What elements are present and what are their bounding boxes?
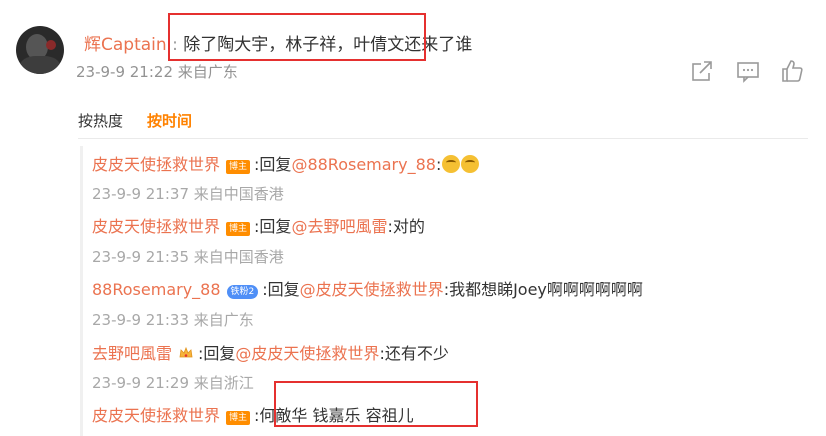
reply-mention[interactable]: @皮皮天使拯救世界	[235, 344, 379, 363]
reply-meta: 23-9-9 21:37 来自中国香港	[92, 185, 284, 203]
reply-item: 皮皮天使拯救世界 博主:回复@去野吧風雷:对的	[92, 213, 425, 237]
reply-prefix: :回复	[254, 217, 292, 236]
post-meta: 23-9-9 21:22 来自广东	[76, 63, 238, 81]
reply-mention[interactable]: @88Rosemary_88	[291, 155, 436, 174]
sort-by-hot[interactable]: 按热度	[78, 110, 123, 131]
reply-username[interactable]: 皮皮天使拯救世界	[92, 406, 220, 425]
crown-icon	[179, 346, 193, 358]
like-icon[interactable]	[779, 58, 805, 84]
comment-icon[interactable]	[735, 58, 761, 84]
reply-username[interactable]: 皮皮天使拯救世界	[92, 217, 220, 236]
reply-meta: 23-9-9 21:33 来自广东	[92, 311, 254, 329]
reply-mention[interactable]: @皮皮天使拯救世界	[300, 280, 444, 299]
reply-item: 去野吧風雷 :回复@皮皮天使拯救世界:还有不少	[92, 340, 449, 364]
reply-meta: 23-9-9 21:29 来自浙江	[92, 374, 254, 392]
blogger-badge: 博主	[226, 160, 251, 174]
reply-prefix: :回复	[254, 155, 292, 174]
fan-level-badge: 铁粉2	[226, 285, 259, 299]
highlight-box-top	[168, 13, 426, 61]
reply-item: 88Rosemary_88 铁粉2:回复@皮皮天使拯救世界:我都想睇Joey啊啊啊…	[92, 276, 643, 300]
reply-prefix: :回复	[262, 280, 300, 299]
sort-by-time[interactable]: 按时间	[147, 110, 192, 131]
blogger-badge: 博主	[226, 222, 251, 236]
sort-tabs: 按热度 按时间	[78, 110, 192, 131]
blogger-badge: 博主	[226, 411, 251, 425]
thinking-emoji-icon	[442, 155, 461, 173]
reply-text: :	[435, 155, 442, 174]
divider	[78, 138, 808, 139]
highlight-box-bottom	[274, 381, 478, 427]
reply-text: :我都想睇Joey啊啊啊啊啊啊	[443, 280, 643, 299]
reply-thread-line	[80, 146, 83, 436]
post-username[interactable]: 辉Captain	[84, 35, 167, 55]
thinking-emoji-icon	[461, 155, 480, 173]
reply-username[interactable]: 去野吧風雷	[92, 344, 172, 363]
reply-meta: 23-9-9 21:35 来自中国香港	[92, 248, 284, 266]
reply-username[interactable]: 皮皮天使拯救世界	[92, 155, 220, 174]
reply-text: :对的	[387, 217, 425, 236]
reply-item: 皮皮天使拯救世界 博主:回复@88Rosemary_88:	[92, 151, 480, 175]
reply-text: :还有不少	[379, 344, 449, 363]
reply-username[interactable]: 88Rosemary_88	[92, 280, 221, 299]
reply-mention[interactable]: @去野吧風雷	[291, 217, 387, 236]
avatar[interactable]	[16, 26, 64, 74]
share-icon[interactable]	[689, 58, 715, 84]
reply-prefix: :回复	[198, 344, 236, 363]
